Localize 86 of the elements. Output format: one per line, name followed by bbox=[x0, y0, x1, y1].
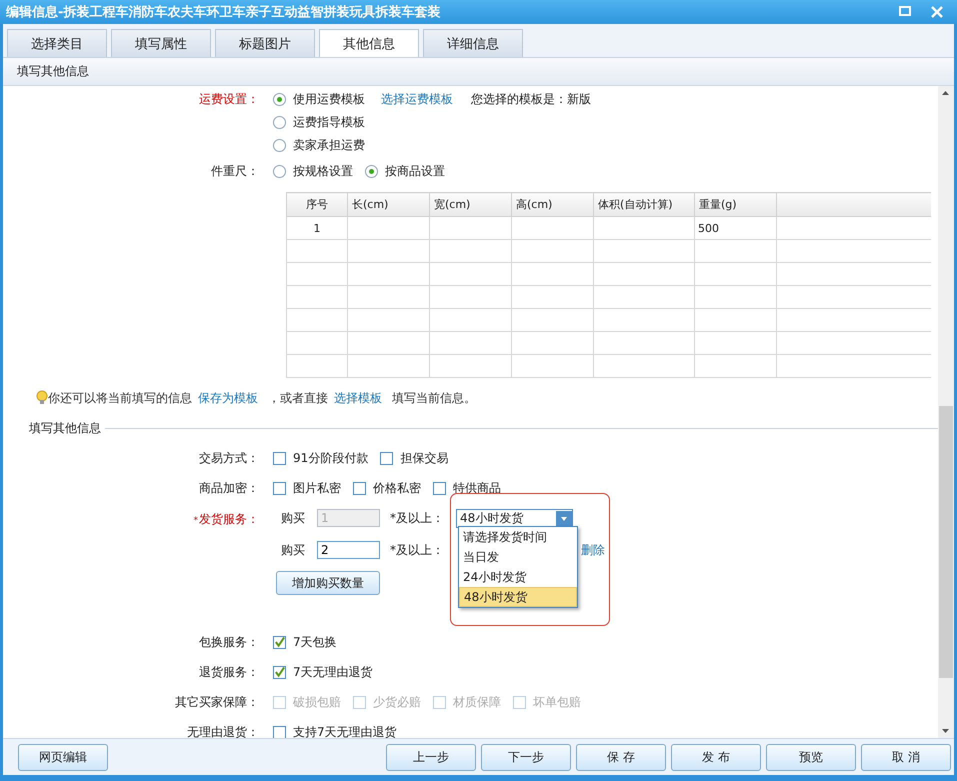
tip-text: 你还可以将当前填写的信息 bbox=[48, 390, 192, 406]
field-label: *及以上： bbox=[390, 542, 444, 558]
checkbox[interactable] bbox=[433, 482, 446, 494]
tab[interactable]: 详细信息 bbox=[423, 29, 523, 57]
checkbox[interactable] bbox=[353, 482, 366, 494]
option-label: 91分阶段付款 bbox=[293, 450, 368, 466]
column-header: 宽(cm) bbox=[430, 192, 512, 216]
tab[interactable]: 其他信息 bbox=[319, 29, 419, 57]
quantity-field[interactable]: 2 bbox=[317, 541, 380, 559]
scrollbar-thumb[interactable] bbox=[939, 406, 953, 678]
table-cell: 500 bbox=[694, 216, 776, 240]
footer-button[interactable]: 上一步 bbox=[386, 744, 476, 770]
lightbulb-icon bbox=[36, 390, 48, 406]
option-label: 材质保障 bbox=[453, 694, 501, 710]
footer-button[interactable]: 取 消 bbox=[861, 744, 951, 770]
checkbox[interactable] bbox=[273, 726, 286, 738]
radio-button[interactable] bbox=[273, 116, 286, 129]
field-label: 发货服务： bbox=[199, 511, 259, 528]
checkbox[interactable] bbox=[380, 452, 394, 464]
tab[interactable]: 选择类目 bbox=[7, 29, 107, 57]
dropdown-option[interactable]: 当日发 bbox=[459, 547, 577, 567]
field-label: *及以上： bbox=[390, 510, 444, 526]
column-header: 长(cm) bbox=[348, 192, 430, 216]
required-mark: * bbox=[194, 516, 198, 526]
field-label: 交易方式： bbox=[199, 450, 259, 464]
option-label: 卖家承担运费 bbox=[293, 137, 365, 154]
field-label: 购买 bbox=[281, 542, 305, 558]
footer-button[interactable]: 发 布 bbox=[671, 744, 761, 770]
dropdown-option[interactable]: 请选择发货时间 bbox=[459, 527, 577, 547]
field-label: 退货服务： bbox=[199, 664, 259, 678]
footer-button[interactable]: 保 存 bbox=[576, 744, 666, 770]
field-label: 商品加密： bbox=[199, 480, 259, 494]
footer-button[interactable]: 下一步 bbox=[481, 744, 571, 770]
radio-button[interactable] bbox=[365, 165, 378, 178]
window-title: 编辑信息-拆装工程车消防车农夫车环卫车亲子互动益智拼装玩具拆装车套装 bbox=[6, 4, 440, 21]
option-label: 破损包赔 bbox=[293, 694, 341, 710]
option-label: 担保交易 bbox=[400, 450, 448, 466]
add-quantity-button[interactable]: 增加购买数量 bbox=[276, 571, 380, 595]
link[interactable]: 保存为模板 bbox=[198, 390, 258, 406]
checkmark-icon bbox=[274, 636, 285, 648]
field-label: 件重尺： bbox=[211, 164, 259, 178]
tab[interactable]: 标题图片 bbox=[215, 29, 315, 57]
section-title: 填写其他信息 bbox=[17, 63, 89, 80]
section-title: 填写其他信息 bbox=[29, 420, 101, 437]
field-label: 其它买家保障： bbox=[175, 694, 259, 708]
delete-link[interactable]: 删除 bbox=[581, 542, 605, 558]
tip-text: 填写当前信息。 bbox=[392, 390, 476, 406]
option-label: 坏单包赔 bbox=[533, 694, 581, 710]
option-label: 特供商品 bbox=[453, 480, 501, 496]
option-label: 7天无理由退货 bbox=[293, 664, 373, 680]
field-label: 包换服务： bbox=[199, 634, 259, 648]
checkmark-icon bbox=[274, 666, 285, 678]
option-label: 按规格设置 bbox=[293, 163, 353, 180]
tab[interactable]: 填写属性 bbox=[111, 29, 211, 57]
option-label: 7天包换 bbox=[293, 634, 337, 650]
checkbox[interactable] bbox=[273, 636, 286, 648]
template-note: 您选择的模板是：新版 bbox=[471, 91, 591, 108]
option-label: 少货必赔 bbox=[373, 694, 421, 710]
column-header: 序号 bbox=[286, 192, 348, 216]
option-label: 支持7天无理由退货 bbox=[293, 724, 397, 738]
option-label: 图片私密 bbox=[293, 480, 341, 496]
tip-text: ，或者直接 bbox=[268, 390, 328, 406]
field-label: 运费设置： bbox=[199, 92, 259, 106]
dropdown-option[interactable]: 48小时发货 bbox=[459, 587, 577, 607]
field-label: 无理由退货： bbox=[187, 724, 259, 738]
field-label: 购买 bbox=[281, 510, 305, 526]
option-label: 按商品设置 bbox=[385, 163, 445, 180]
table-cell: 1 bbox=[286, 216, 348, 240]
column-header: 重量(g) bbox=[694, 192, 776, 216]
column-header: 体积(自动计算) bbox=[594, 192, 694, 216]
footer-button[interactable]: 预览 bbox=[766, 744, 856, 770]
dropdown-value: 48小时发货 bbox=[459, 510, 524, 526]
radio-button[interactable] bbox=[273, 139, 286, 152]
checkbox[interactable] bbox=[273, 666, 286, 678]
web-edit-button[interactable]: 网页编辑 bbox=[18, 744, 108, 770]
link[interactable]: 选择运费模板 bbox=[381, 91, 453, 108]
option-label: 价格私密 bbox=[373, 480, 421, 496]
radio-button[interactable] bbox=[273, 165, 286, 178]
column-header: 高(cm) bbox=[512, 192, 594, 216]
checkbox[interactable] bbox=[273, 482, 286, 494]
dropdown-option[interactable]: 24小时发货 bbox=[459, 567, 577, 587]
radio-button[interactable] bbox=[273, 93, 286, 106]
option-label: 使用运费模板 bbox=[293, 91, 365, 108]
checkbox[interactable] bbox=[273, 452, 286, 464]
option-label: 运费指导模板 bbox=[293, 114, 365, 131]
link[interactable]: 选择模板 bbox=[334, 390, 382, 406]
